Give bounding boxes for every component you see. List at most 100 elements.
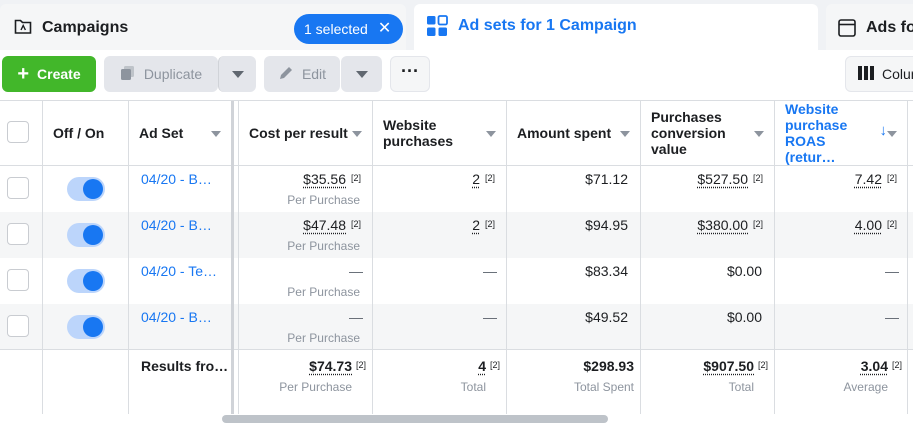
horizontal-scrollbar[interactable] [222,415,608,423]
column-header-ad-set[interactable]: Ad Set [139,101,231,165]
row-checkbox[interactable] [7,177,29,199]
frozen-column-divider[interactable] [231,101,234,414]
tab-ads-label: Ads fo [866,19,913,36]
column-header-amount-spent[interactable]: Amount spent [517,101,640,165]
column-header-label: Purchases conversion value [651,109,726,157]
cost-per-result-value: — [349,263,363,279]
sort-caret-icon [887,131,897,137]
amount-spent-value: $71.12 [585,171,628,187]
footnote-marker[interactable]: [2] [351,173,361,183]
row-checkbox[interactable] [7,269,29,291]
roas-value[interactable]: 4.00 [855,217,882,233]
more-icon: ··· [401,60,419,81]
create-button[interactable]: + Create [2,56,96,92]
footnote-marker[interactable]: [2] [753,173,763,183]
status-toggle[interactable] [67,177,105,201]
status-toggle[interactable] [67,223,105,247]
ad-set-name-link[interactable]: 04/20 - B… [141,217,212,233]
window-icon [838,19,856,37]
average-roas[interactable]: 3.04 [861,358,888,374]
column-header-label: Cost per result [249,125,348,141]
sort-caret-icon [211,131,221,137]
conversion-value: $0.00 [726,263,762,279]
conversion-value[interactable]: $380.00 [697,217,748,233]
ad-set-name-link[interactable]: 04/20 - B… [141,171,212,187]
sort-descending-icon[interactable]: ↓ [880,123,888,139]
divider [238,101,239,414]
ad-set-name-link[interactable]: 04/20 - B… [141,309,212,325]
footnote-marker[interactable]: [2] [887,173,897,183]
sort-caret-icon [352,131,362,137]
total-cost-per-result-label: Per Purchase [279,380,352,394]
total-cost-per-result[interactable]: $74.73 [309,358,352,374]
plus-icon: + [17,63,30,85]
footnote-marker[interactable]: [2] [485,173,495,183]
tab-adsets-label: Ad sets for 1 Campaign [458,17,637,34]
columns-button[interactable]: Colun [845,56,913,92]
cost-per-result-label: Per Purchase [287,331,360,345]
column-header-label: Off / On [53,125,105,141]
tab-campaigns-label: Campaigns [42,19,129,36]
edit-dropdown-button[interactable] [341,56,382,92]
amount-spent-value: $49.52 [585,309,628,325]
total-amount-spent: $298.93 [583,358,634,374]
footnote-marker[interactable]: [2] [892,360,902,370]
sort-caret-icon [620,131,630,137]
divider [907,101,908,414]
footnote-marker[interactable]: [2] [356,360,366,370]
column-header-off-on[interactable]: Off / On [53,101,128,165]
footnote-marker[interactable]: [2] [753,219,763,229]
select-all-checkbox[interactable] [7,121,29,143]
cost-per-result-value[interactable]: $35.56 [303,171,346,187]
edit-button-label: Edit [301,66,327,82]
close-icon[interactable]: ✕ [378,21,391,37]
cost-per-result-value: — [349,309,363,325]
divider [640,101,641,414]
column-header-purchases-conversion-value[interactable]: Purchases conversion value [651,101,774,165]
duplicate-button[interactable]: Duplicate [104,56,218,92]
folder-icon [14,18,32,35]
cost-per-result-label: Per Purchase [287,285,360,299]
column-header-website-purchases[interactable]: Website purchases [383,101,506,165]
footnote-marker[interactable]: [2] [758,360,768,370]
tab-ads[interactable]: Ads fo [826,4,913,50]
cost-per-result-value[interactable]: $47.48 [303,217,346,233]
total-amount-spent-label: Total Spent [573,380,634,394]
roas-value: — [885,263,899,279]
website-purchases-value[interactable]: 2 [472,217,480,233]
toolbar: + Create Duplicate Edit ··· Colun [0,50,913,100]
ad-set-name-link[interactable]: 04/20 - Te… [141,263,217,279]
tab-adsets[interactable]: Ad sets for 1 Campaign [414,4,818,50]
divider [128,101,129,414]
edit-button[interactable]: Edit [264,56,340,92]
total-website-purchases[interactable]: 4 [478,358,486,374]
tab-campaigns[interactable]: Campaigns 1 selected ✕ [0,4,406,50]
footnote-marker[interactable]: [2] [490,360,500,370]
duplicate-button-label: Duplicate [143,66,203,82]
divider [506,101,507,414]
footnote-marker[interactable]: [2] [351,219,361,229]
total-conversion-value-label: Total [728,380,754,394]
row-checkbox[interactable] [7,315,29,337]
duplicate-dropdown-button[interactable] [218,56,256,92]
status-toggle[interactable] [67,315,105,339]
divider [372,101,373,414]
row-background [0,212,913,258]
selected-badge[interactable]: 1 selected ✕ [294,14,404,44]
column-header-label: Website purchases [383,117,454,149]
status-toggle[interactable] [67,269,105,293]
total-conversion-value[interactable]: $907.50 [703,358,754,374]
footnote-marker[interactable]: [2] [887,219,897,229]
conversion-value[interactable]: $527.50 [697,171,748,187]
roas-value[interactable]: 7.42 [855,171,882,187]
column-header-website-purchase-roas[interactable]: Website purchase ROAS (retur… ↓ [785,101,907,165]
row-checkbox[interactable] [7,223,29,245]
footnote-marker[interactable]: [2] [485,219,495,229]
roas-value: — [885,309,899,325]
column-header-cost-per-result[interactable]: Cost per result [249,101,372,165]
more-options-button[interactable]: ··· [390,56,430,92]
toggle-knob [83,271,103,291]
adsets-table: Off / On Ad Set Cost per result Website … [0,100,913,414]
sort-caret-icon [486,131,496,137]
website-purchases-value[interactable]: 2 [472,171,480,187]
